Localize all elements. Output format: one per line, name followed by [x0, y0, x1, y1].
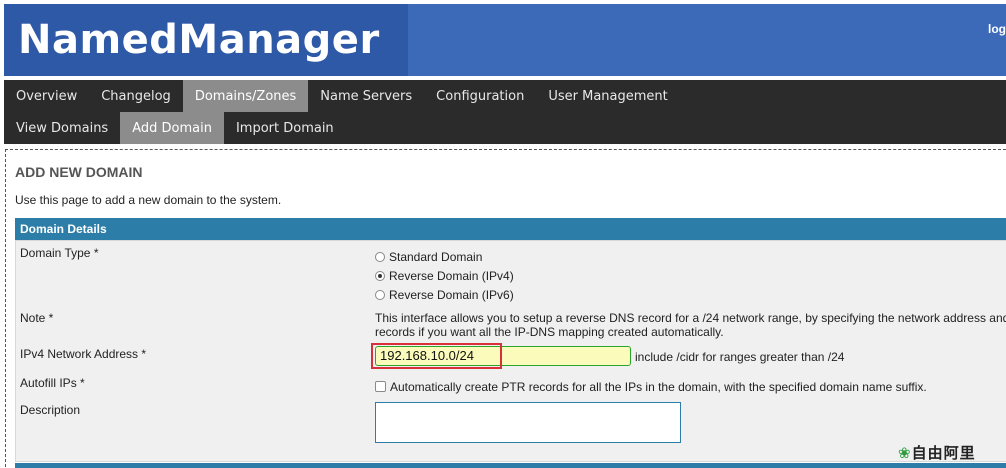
note-label: Note *: [20, 311, 54, 325]
leaf-icon: ❀: [898, 444, 912, 462]
note-text: This interface allows you to setup a rev…: [375, 311, 1006, 339]
nav-item-overview[interactable]: Overview: [4, 80, 89, 112]
autofill-label: Autofill IPs *: [20, 376, 85, 390]
nav-item-user-management[interactable]: User Management: [536, 80, 679, 112]
secondary-nav: View Domains Add Domain Import Domain: [4, 112, 1006, 144]
app-title: NamedManager: [18, 17, 380, 63]
nav-item-configuration[interactable]: Configuration: [424, 80, 536, 112]
page-description: Use this page to add a new domain to the…: [15, 193, 282, 207]
description-textarea[interactable]: [375, 402, 681, 443]
banner: NamedManager log: [4, 4, 1006, 76]
subnav-item-view-domains[interactable]: View Domains: [4, 112, 120, 144]
radio-label: Reverse Domain (IPv4): [389, 269, 514, 283]
autofill-option[interactable]: Automatically create PTR records for all…: [375, 380, 927, 394]
note-line-1: This interface allows you to setup a rev…: [375, 311, 1006, 325]
nav-item-name-servers[interactable]: Name Servers: [308, 80, 424, 112]
radio-label: Reverse Domain (IPv6): [389, 288, 514, 302]
header: NamedManager log: [0, 0, 1006, 80]
domain-details-form: Domain Type * Standard Domain Reverse Do…: [15, 240, 1006, 462]
section-footer-bar: [15, 463, 1006, 468]
subnav-item-import-domain[interactable]: Import Domain: [224, 112, 346, 144]
nav-item-domains-zones[interactable]: Domains/Zones: [182, 80, 309, 112]
ipv4-network-label: IPv4 Network Address *: [20, 347, 147, 361]
section-header: Domain Details: [15, 218, 1006, 240]
radio-reverse-ipv4[interactable]: Reverse Domain (IPv4): [375, 269, 514, 283]
page-title: ADD NEW DOMAIN: [15, 164, 143, 180]
radio-standard-domain[interactable]: Standard Domain: [375, 250, 482, 264]
ipv4-network-hint: include /cidr for ranges greater than /2…: [635, 350, 845, 364]
note-line-2: records if you want all the IP-DNS mappi…: [375, 325, 724, 339]
content-area: ADD NEW DOMAIN Use this page to add a ne…: [5, 149, 1006, 468]
domain-type-label: Domain Type *: [20, 246, 99, 260]
radio-button-selected[interactable]: [375, 271, 385, 281]
primary-nav: Overview Changelog Domains/Zones Name Se…: [4, 80, 1006, 112]
description-label: Description: [20, 403, 81, 417]
autofill-checkbox[interactable]: [375, 381, 386, 392]
watermark-text: 自由阿里: [911, 444, 976, 462]
watermark: ❀自由阿里: [898, 442, 976, 463]
logout-link[interactable]: log: [988, 22, 1006, 36]
autofill-checkbox-label: Automatically create PTR records for all…: [390, 380, 927, 394]
main-nav: Overview Changelog Domains/Zones Name Se…: [4, 80, 1006, 144]
radio-reverse-ipv6[interactable]: Reverse Domain (IPv6): [375, 288, 514, 302]
nav-item-changelog[interactable]: Changelog: [89, 80, 183, 112]
annotation-highlight-box: [371, 343, 502, 369]
radio-label: Standard Domain: [389, 250, 483, 264]
radio-button[interactable]: [375, 290, 385, 300]
radio-button[interactable]: [375, 252, 385, 262]
subnav-item-add-domain[interactable]: Add Domain: [120, 112, 224, 144]
